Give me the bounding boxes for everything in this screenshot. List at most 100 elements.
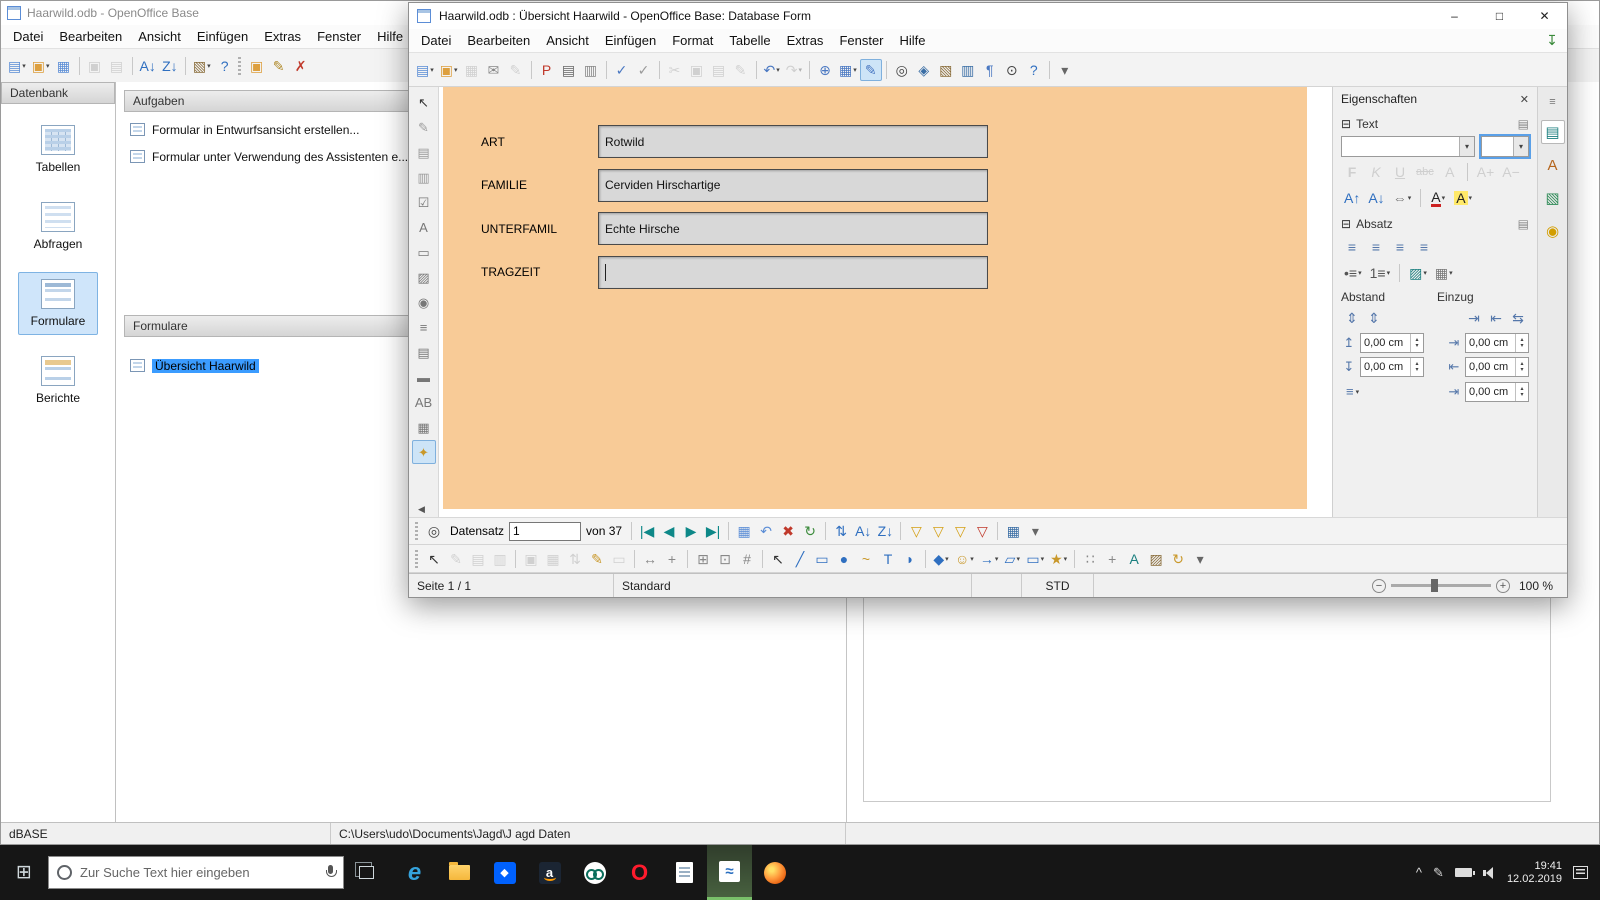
taskbar-app-edge[interactable]: e: [392, 845, 437, 900]
glue-points-icon[interactable]: +: [1101, 548, 1123, 570]
position-size-icon[interactable]: ↔: [639, 548, 661, 570]
save-icon[interactable]: ▦: [53, 55, 75, 77]
menu-einfgen[interactable]: Einfügen: [597, 30, 664, 51]
helplines-while-moving-icon[interactable]: #: [736, 548, 758, 570]
align-justified-icon[interactable]: ≡: [1413, 236, 1435, 258]
toolbar-overflow-icon[interactable]: ▾: [1189, 548, 1211, 570]
toolbar-grip[interactable]: [415, 550, 418, 568]
select-icon[interactable]: ↖: [412, 90, 436, 114]
symbol-shapes-icon[interactable]: ☺▾: [952, 548, 977, 570]
align-center-icon[interactable]: ≡: [1365, 236, 1387, 258]
spinner-icon[interactable]: ▴▾: [1410, 334, 1423, 352]
cortana-icon[interactable]: [57, 865, 72, 880]
dropdown-icon[interactable]: ▾: [1459, 137, 1474, 156]
form-wizard-icon[interactable]: ▧▾: [190, 55, 214, 77]
line-spacing-button[interactable]: ≡▾: [1341, 381, 1364, 402]
character-spacing-icon[interactable]: ⇔▾: [1390, 187, 1415, 209]
menu-datei[interactable]: Datei: [5, 26, 51, 47]
field-input-tragzeit[interactable]: [598, 256, 988, 289]
hyperlink-icon[interactable]: ⊕: [814, 59, 836, 81]
anchor-icon[interactable]: +: [661, 548, 683, 570]
data-source-as-table-icon[interactable]: ▦: [1002, 520, 1024, 542]
delete-record-icon[interactable]: ✖: [777, 520, 799, 542]
new-database-icon[interactable]: ▤▾: [5, 55, 29, 77]
copy-icon[interactable]: ▣: [84, 55, 106, 77]
text-box-icon[interactable]: ▭: [412, 240, 436, 264]
open-icon[interactable]: ▣▾: [437, 59, 461, 81]
insert-ellipse-icon[interactable]: ●: [833, 548, 855, 570]
help-icon[interactable]: ?: [1023, 59, 1045, 81]
list-box-icon[interactable]: ≡: [412, 315, 436, 339]
open-database-object-icon[interactable]: ▣: [246, 55, 268, 77]
unordered-list-icon[interactable]: •≡▾: [1341, 262, 1365, 284]
spacing-above-field[interactable]: 0,00 cm ▴▾: [1360, 333, 1424, 353]
menu-hilfe[interactable]: Hilfe: [369, 26, 411, 47]
tab-styles-and-formatting[interactable]: A: [1541, 153, 1565, 177]
label-field-icon[interactable]: A: [412, 215, 436, 239]
formatted-field-icon[interactable]: AB: [412, 390, 436, 414]
sidebar-item-berichte[interactable]: Berichte: [23, 349, 93, 412]
menu-fenster[interactable]: Fenster: [309, 26, 369, 47]
taskbar-app-file-explorer[interactable]: [437, 845, 482, 900]
taskbar-clock[interactable]: 19:41 12.02.2019: [1507, 860, 1562, 886]
zoom-icon[interactable]: ⊙: [1001, 59, 1023, 81]
pen-icon[interactable]: ✎: [1433, 865, 1444, 881]
battery-icon[interactable]: [1455, 868, 1472, 877]
copy-icon[interactable]: ▣: [686, 59, 708, 81]
taskbar-search[interactable]: [48, 856, 344, 889]
record-number-input[interactable]: [509, 522, 581, 541]
select-icon[interactable]: ↖: [423, 548, 445, 570]
menu-datei[interactable]: Datei: [413, 30, 459, 51]
form-properties-icon[interactable]: ▥: [412, 165, 436, 189]
undo-data-entry-icon[interactable]: ↶: [755, 520, 777, 542]
form-navigator-icon[interactable]: ▣: [520, 548, 542, 570]
decrease-indent-icon[interactable]: ⇤: [1485, 307, 1507, 329]
menu-extras[interactable]: Extras: [256, 26, 309, 47]
taskbar-app-opera[interactable]: O: [617, 845, 662, 900]
sort-ascending-icon[interactable]: A↓: [852, 520, 874, 542]
push-button-icon[interactable]: ▬: [412, 365, 436, 389]
add-field-icon[interactable]: ▦: [542, 548, 564, 570]
grow-font-icon[interactable]: A↑: [1341, 187, 1363, 209]
control-properties-icon[interactable]: ▤: [467, 548, 489, 570]
spinner-icon[interactable]: ▴▾: [1515, 383, 1528, 401]
increase-font-icon[interactable]: A+: [1474, 161, 1498, 183]
first-record-icon[interactable]: |◀: [636, 520, 658, 542]
apply-filter-icon[interactable]: ▽: [927, 520, 949, 542]
insert-line-icon[interactable]: ╱: [789, 548, 811, 570]
zoom-level[interactable]: 100 %: [1515, 579, 1553, 593]
open-icon[interactable]: ▣▾: [29, 55, 53, 77]
search-input[interactable]: [80, 865, 318, 880]
menu-tabelle[interactable]: Tabelle: [721, 30, 778, 51]
design-mode-icon[interactable]: ✎: [445, 548, 467, 570]
sort-ascending-icon[interactable]: A↓: [137, 55, 159, 77]
more-controls-icon[interactable]: ✦: [412, 440, 436, 464]
open-in-design-mode-icon[interactable]: ✎: [586, 548, 608, 570]
decrease-font-icon[interactable]: A−: [1499, 161, 1523, 183]
next-record-icon[interactable]: ▶: [680, 520, 702, 542]
microphone-icon[interactable]: [326, 865, 335, 880]
taskbar-app-dropbox[interactable]: ◆: [482, 845, 527, 900]
panel-menu-icon[interactable]: ▤: [1518, 217, 1529, 231]
spinner-icon[interactable]: ▴▾: [1515, 334, 1528, 352]
formatting-marks-icon[interactable]: ¶: [979, 59, 1001, 81]
taskbar-app-amazon[interactable]: a: [527, 845, 572, 900]
collapse-icon[interactable]: ⊟: [1341, 117, 1351, 131]
scroll-left-icon[interactable]: ◀: [418, 504, 425, 515]
edit-points-icon[interactable]: ∷: [1079, 548, 1101, 570]
redo-icon[interactable]: ↷▾: [783, 59, 805, 81]
form-properties-icon[interactable]: ▥: [489, 548, 511, 570]
cut-icon[interactable]: ✂: [664, 59, 686, 81]
page-style[interactable]: Standard: [614, 574, 972, 597]
gallery-icon[interactable]: ▧: [935, 59, 957, 81]
paragraph-background-icon[interactable]: ▨▾: [1406, 262, 1430, 284]
dropdown-icon[interactable]: ▾: [1513, 137, 1528, 156]
save-record-icon[interactable]: ▦: [733, 520, 755, 542]
insert-from-file-icon[interactable]: ▨: [1145, 548, 1167, 570]
previous-record-icon[interactable]: ◀: [658, 520, 680, 542]
underline-icon[interactable]: U: [1389, 161, 1411, 183]
tab-navigator[interactable]: ◉: [1541, 219, 1565, 243]
new-document-icon[interactable]: ▤▾: [413, 59, 437, 81]
sidebar-item-abfragen[interactable]: Abfragen: [21, 195, 96, 258]
sort-descending-icon[interactable]: Z↓: [159, 55, 181, 77]
